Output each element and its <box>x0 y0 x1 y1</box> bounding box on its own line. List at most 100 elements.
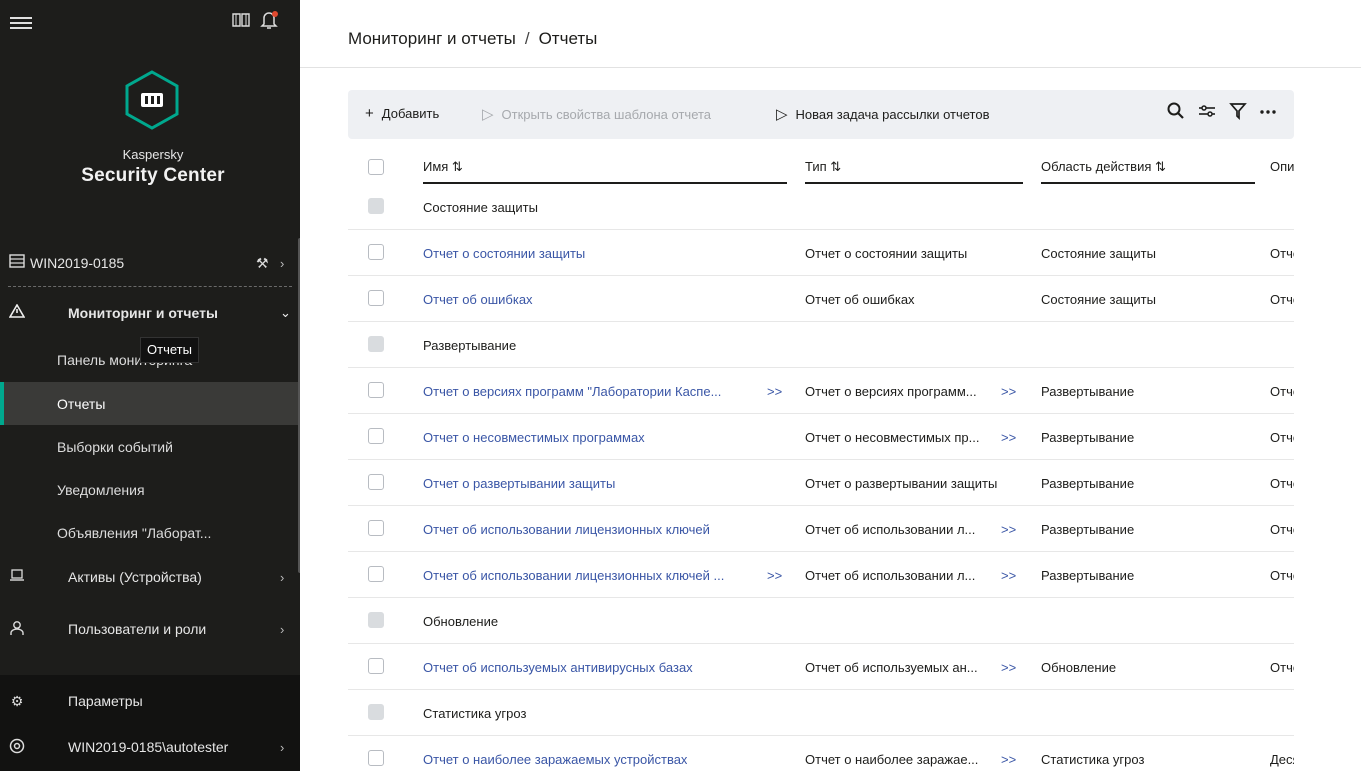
nav-users-label: Пользователи и роли <box>68 621 207 637</box>
nav-assets-label: Активы (Устройства) <box>68 569 202 585</box>
row-checkbox[interactable] <box>368 428 384 444</box>
play-icon: ▷ <box>776 106 788 123</box>
book-icon[interactable] <box>232 12 250 34</box>
report-scope: Статистика угроз <box>1041 752 1145 767</box>
nav-reports[interactable]: Отчеты <box>0 382 300 425</box>
table-row[interactable]: Отчет об использовании лицензионных ключ… <box>348 552 1294 598</box>
column-header-name[interactable]: Имя ⇅ <box>423 142 787 184</box>
row-checkbox[interactable] <box>368 750 384 766</box>
report-name-link[interactable]: Отчет о несовместимых программах <box>423 430 645 445</box>
new-report-delivery-task-button[interactable]: ▷ Новая задача рассылки отчетов <box>776 105 990 123</box>
group-name: Развертывание <box>423 338 517 353</box>
nav-reports-label: Отчеты <box>57 395 106 412</box>
group-checkbox[interactable] <box>368 336 384 352</box>
bell-icon[interactable] <box>260 10 280 34</box>
chevron-right-icon: › <box>280 621 285 637</box>
search-icon[interactable] <box>1166 101 1188 123</box>
nav-monitoring[interactable]: Мониторинг и отчеты ⌄ <box>0 292 300 334</box>
open-template-properties-button[interactable]: ▷ Открыть свойства шаблона отчета <box>482 105 711 123</box>
nav-account[interactable]: WIN2019-0185\autotester › <box>0 726 300 768</box>
menu-icon[interactable] <box>10 14 32 36</box>
row-checkbox[interactable] <box>368 382 384 398</box>
report-name-link[interactable]: Отчет об используемых антивирусных базах <box>423 660 693 675</box>
report-type: Отчет об ошибках <box>805 292 915 307</box>
server-icon <box>8 254 26 272</box>
expand-name-button[interactable]: >> <box>767 384 782 399</box>
nav-notifications-label: Уведомления <box>57 481 145 498</box>
report-description: Отчет с <box>1270 476 1294 491</box>
report-type: Отчет об используемых ан... <box>805 660 978 675</box>
nav-announcements-label: Объявления "Лаборат... <box>57 524 212 541</box>
select-all-header <box>348 142 408 184</box>
row-checkbox[interactable] <box>368 244 384 260</box>
expand-type-button[interactable]: >> <box>1001 430 1016 445</box>
nav-server[interactable]: WIN2019-0185 ⚒ › <box>0 242 300 284</box>
report-name-link[interactable]: Отчет об использовании лицензионных ключ… <box>423 568 724 583</box>
expand-type-button[interactable]: >> <box>1001 522 1016 537</box>
row-checkbox[interactable] <box>368 658 384 674</box>
report-description: Отчет с <box>1270 292 1294 307</box>
nav-users[interactable]: Пользователи и роли › <box>0 608 300 650</box>
row-checkbox[interactable] <box>368 290 384 306</box>
nav-announcements[interactable]: Объявления "Лаборат... <box>0 511 300 554</box>
filter-sliders-icon[interactable] <box>1197 101 1219 123</box>
chevron-right-icon: › <box>280 255 285 271</box>
group-row: Развертывание <box>348 322 1294 368</box>
select-all-checkbox[interactable] <box>368 159 384 175</box>
report-scope: Развертывание <box>1041 522 1135 537</box>
report-name-link[interactable]: Отчет об использовании лицензионных ключ… <box>423 522 710 537</box>
sidebar-footer: ⚙ Параметры WIN2019-0185\autotester › <box>0 675 300 771</box>
table-row[interactable]: Отчет о состоянии защиты Отчет о состояни… <box>348 230 1294 276</box>
report-name-link[interactable]: Отчет о версиях программ "Лаборатории Ка… <box>423 384 721 399</box>
row-checkbox[interactable] <box>368 474 384 490</box>
report-type: Отчет о состоянии защиты <box>805 246 968 261</box>
brand-company: Kaspersky <box>122 147 184 162</box>
divider <box>8 286 292 287</box>
group-checkbox[interactable] <box>368 704 384 720</box>
report-description: Отчет с <box>1270 384 1294 399</box>
group-row: Статистика угроз <box>348 690 1294 736</box>
table-row[interactable]: Отчет об ошибках Отчет об ошибках Состояни… <box>348 276 1294 322</box>
table-row[interactable]: Отчет о несовместимых программах Отчет о … <box>348 414 1294 460</box>
chevron-right-icon: › <box>280 739 285 755</box>
table-row[interactable]: Отчет об используемых антивирусных базах… <box>348 644 1294 690</box>
group-checkbox[interactable] <box>368 612 384 628</box>
wrench-icon[interactable]: ⚒ <box>256 255 269 272</box>
report-name-link[interactable]: Отчет о наиболее заражаемых устройствах <box>423 752 687 767</box>
row-checkbox[interactable] <box>368 566 384 582</box>
report-name-link[interactable]: Отчет о состоянии защиты <box>423 246 585 261</box>
group-checkbox[interactable] <box>368 198 384 214</box>
nav-settings[interactable]: ⚙ Параметры <box>0 680 300 722</box>
expand-type-button[interactable]: >> <box>1001 752 1016 767</box>
table-row[interactable]: Отчет о версиях программ "Лаборатории Ка… <box>348 368 1294 414</box>
breadcrumb-parent[interactable]: Мониторинг и отчеты <box>348 29 516 48</box>
nav-event-selections[interactable]: Выборки событий <box>0 425 300 468</box>
report-name-link[interactable]: Отчет об ошибках <box>423 292 533 307</box>
report-name-link[interactable]: Отчет о развертывании защиты <box>423 476 615 491</box>
plus-icon: + <box>365 105 374 122</box>
expand-type-button[interactable]: >> <box>1001 660 1016 675</box>
table-row[interactable]: Отчет об использовании лицензионных ключ… <box>348 506 1294 552</box>
filter-icon[interactable] <box>1228 101 1250 123</box>
column-header-description[interactable]: Описан <box>1270 142 1294 184</box>
column-header-type[interactable]: Тип ⇅ <box>805 142 1023 184</box>
report-type: Отчет об использовании л... <box>805 522 976 537</box>
report-scope: Развертывание <box>1041 568 1135 583</box>
expand-type-button[interactable]: >> <box>1001 568 1016 583</box>
row-checkbox[interactable] <box>368 520 384 536</box>
table-row[interactable]: Отчет о наиболее заражаемых устройствах О… <box>348 736 1294 771</box>
nav-notifications[interactable]: Уведомления <box>0 468 300 511</box>
nav-assets[interactable]: Активы (Устройства) › <box>0 556 300 598</box>
sidebar-scrollbar[interactable] <box>298 238 300 573</box>
add-button-label: Добавить <box>381 106 440 121</box>
expand-type-button[interactable]: >> <box>1001 384 1016 399</box>
more-icon[interactable] <box>1258 101 1280 123</box>
breadcrumb-separator: / <box>524 29 530 48</box>
breadcrumb: Мониторинг и отчеты / Отчеты <box>348 29 597 49</box>
add-button[interactable]: + Добавить <box>365 105 439 122</box>
table-row[interactable]: Отчет о развертывании защиты Отчет о разв… <box>348 460 1294 506</box>
report-scope: Состояние защиты <box>1041 246 1156 261</box>
report-scope: Состояние защиты <box>1041 292 1156 307</box>
expand-name-button[interactable]: >> <box>767 568 782 583</box>
column-header-scope[interactable]: Область действия ⇅ <box>1041 142 1255 184</box>
